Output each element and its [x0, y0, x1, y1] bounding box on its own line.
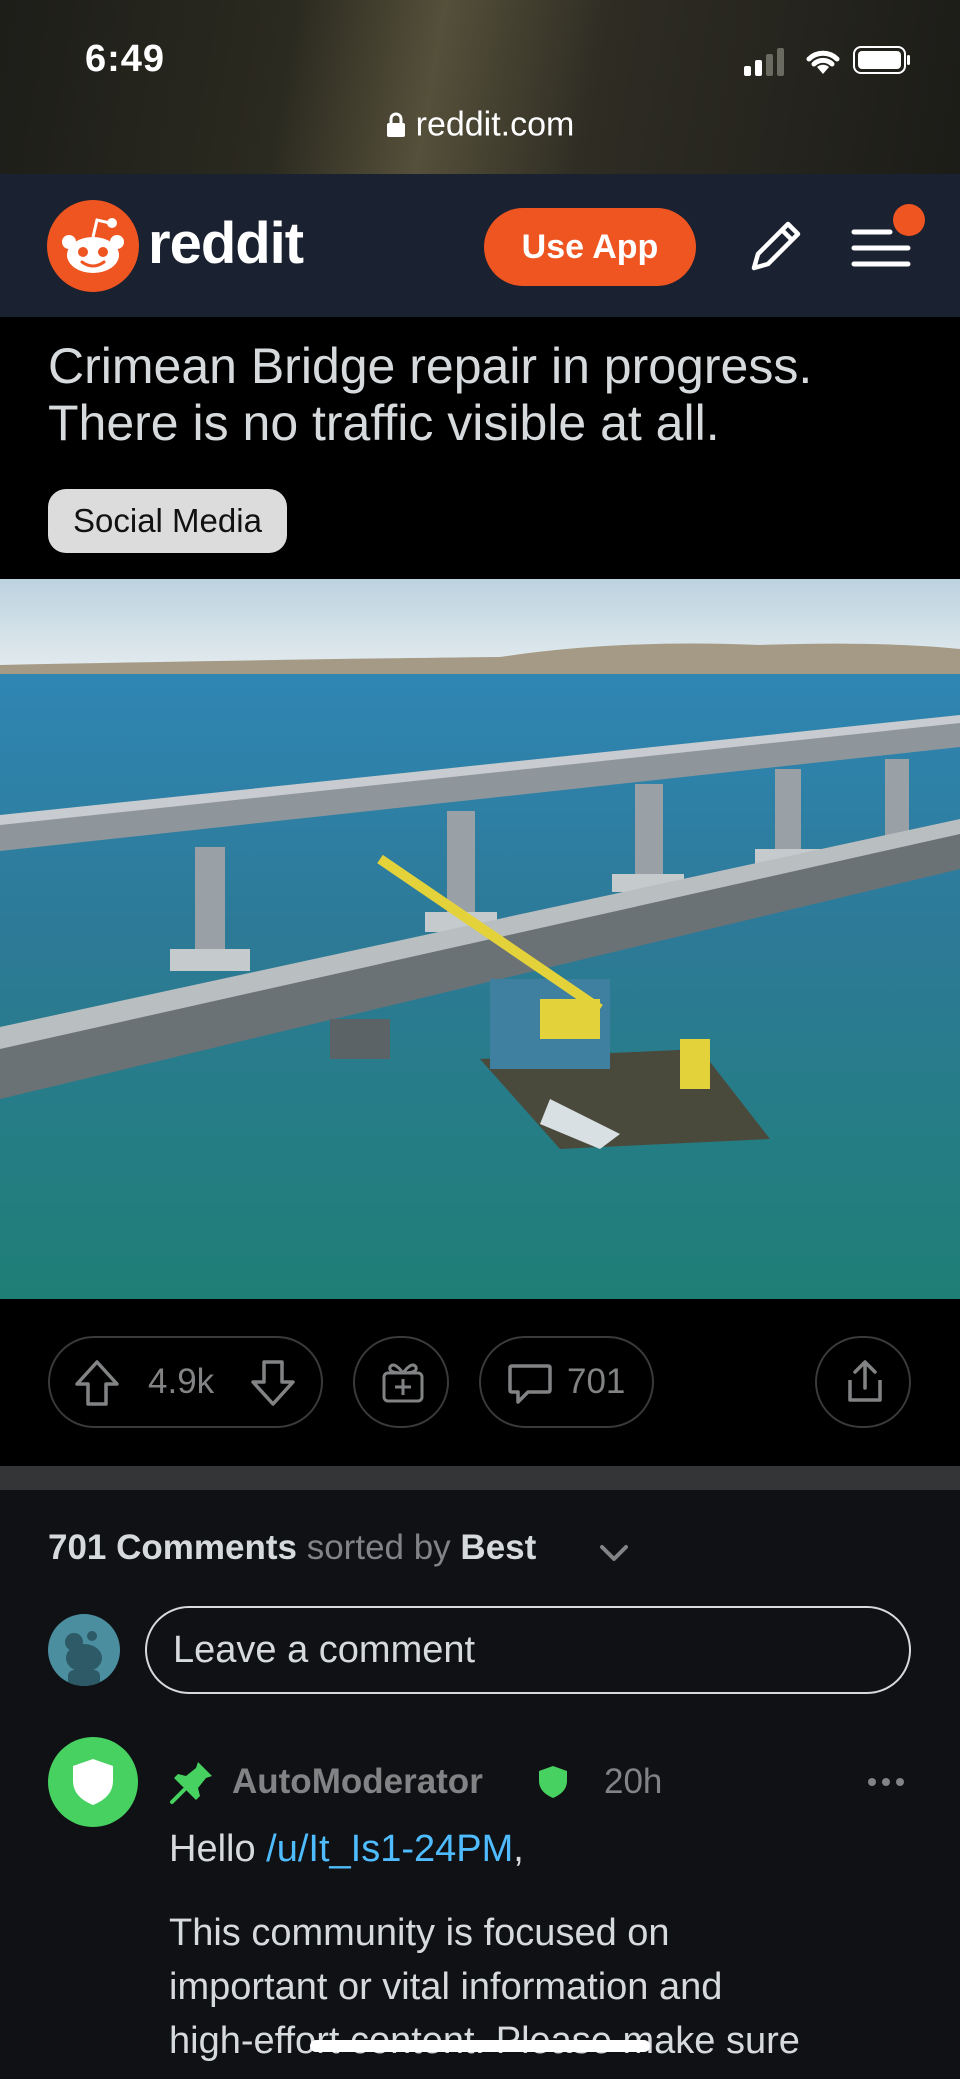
vote-count: 4.9k [148, 1362, 215, 1401]
use-app-button[interactable]: Use App [484, 208, 696, 286]
comments-sort-row[interactable]: 701 Comments sorted by Best [48, 1528, 536, 1568]
section-divider [0, 1466, 960, 1490]
award-icon [382, 1363, 424, 1403]
mod-shield-icon [539, 1766, 567, 1798]
chevron-down-icon[interactable] [598, 1538, 630, 1568]
comment-age: 20h [604, 1762, 663, 1801]
downvote-icon[interactable] [248, 1358, 298, 1408]
comment-line-1: This community is focused on [169, 1912, 670, 1954]
more-icon[interactable] [866, 1776, 906, 1788]
url-bar[interactable]: reddit.com [0, 104, 960, 145]
wifi-icon [806, 50, 840, 74]
status-time: 6:49 [85, 38, 166, 80]
comment-author[interactable]: AutoModerator [232, 1762, 483, 1802]
user-link[interactable]: /u/It_Is1-24PM [266, 1828, 513, 1870]
url-text: reddit.com [415, 105, 575, 144]
reddit-logo-icon[interactable] [47, 200, 139, 292]
lock-icon [386, 112, 405, 138]
battery-icon [853, 46, 910, 74]
post-flair[interactable]: Social Media [48, 489, 287, 553]
comment-count: 701 [567, 1362, 626, 1401]
browser-chrome: 6:49 reddit.com [0, 0, 960, 174]
snoo-avatar-icon [65, 1631, 102, 1686]
comment-body: Hello /u/It_Is1-24PM, This community is … [169, 1822, 929, 2068]
vote-control: 4.9k [48, 1336, 323, 1428]
comments-button[interactable]: 701 [479, 1336, 654, 1428]
post-title-line1: Crimean Bridge repair in progress. [48, 338, 813, 394]
signal-icon [744, 46, 786, 76]
reddit-header: reddit Use App [0, 174, 960, 317]
shield-icon [73, 1759, 113, 1805]
share-button[interactable] [815, 1336, 911, 1428]
pin-icon [170, 1762, 212, 1804]
upvote-icon[interactable] [72, 1358, 122, 1408]
comment-greeting-end: , [513, 1828, 524, 1870]
post-title-line2: There is no traffic visible at all. [48, 395, 720, 451]
comment-greeting-line: Hello /u/It_Is1-24PM, [169, 1822, 929, 1876]
comment-greeting: Hello [169, 1828, 256, 1870]
home-indicator [310, 2040, 650, 2052]
comment-line-2: important or vital information and [169, 1966, 723, 2008]
comment-icon [508, 1364, 552, 1404]
avatar[interactable] [48, 1614, 120, 1686]
sort-value: Best [460, 1528, 537, 1567]
post-image[interactable] [0, 579, 960, 1299]
share-icon [848, 1360, 882, 1402]
sorted-by-label: sorted by [306, 1528, 451, 1567]
notification-dot [893, 204, 925, 236]
comment-input[interactable] [145, 1606, 911, 1694]
comments-count-label: 701 Comments [48, 1528, 297, 1567]
reddit-wordmark: reddit [148, 211, 304, 276]
avatar[interactable] [48, 1737, 138, 1827]
post-title: Crimean Bridge repair in progress. There… [48, 338, 928, 452]
award-button[interactable] [353, 1336, 449, 1428]
pencil-icon[interactable] [744, 214, 808, 278]
